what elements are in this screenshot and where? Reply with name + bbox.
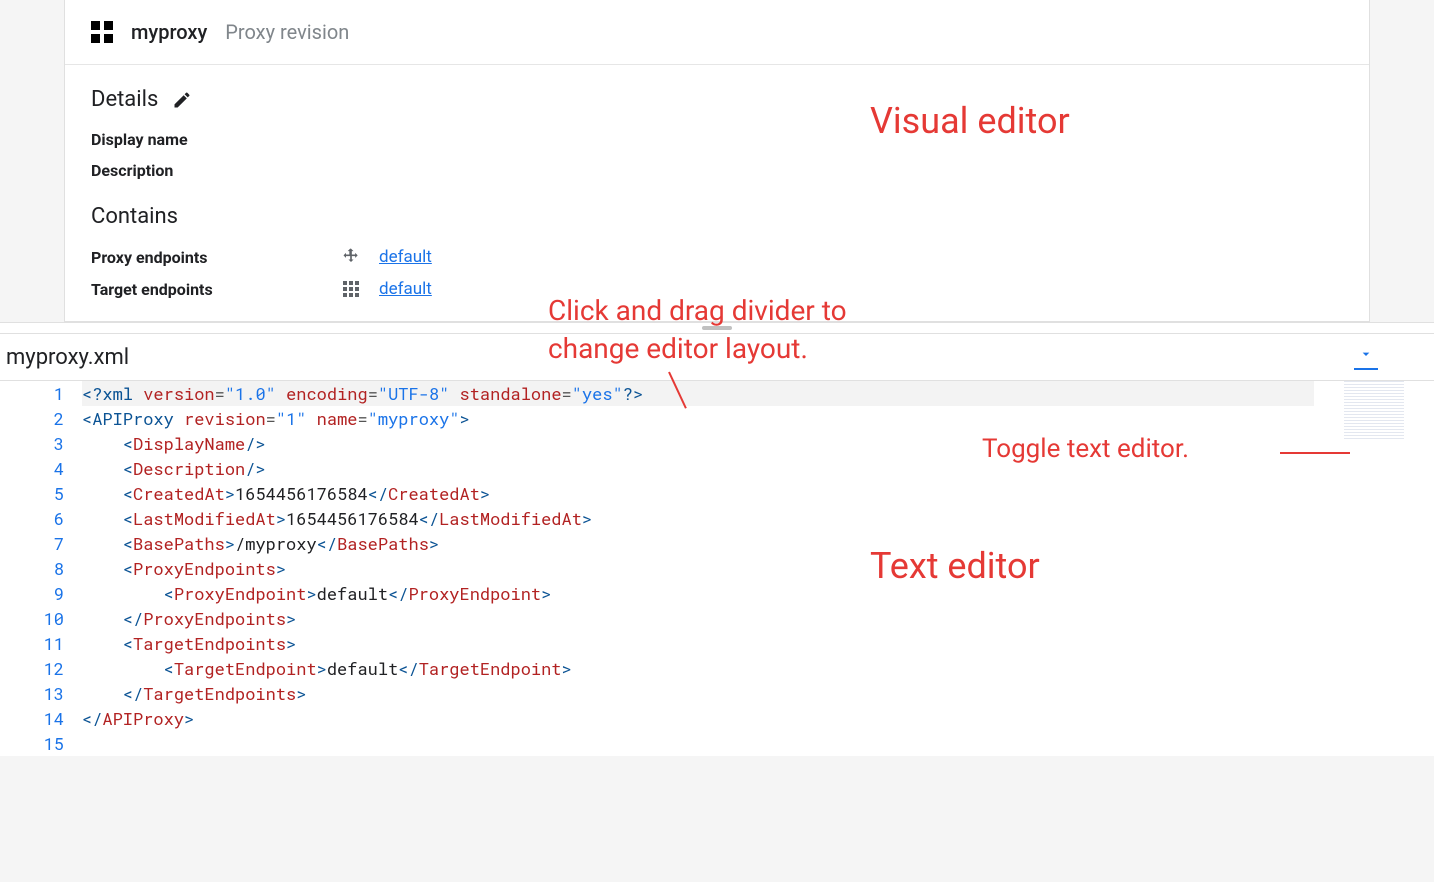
- line-number: 4: [0, 456, 64, 481]
- chevron-down-icon: [1358, 346, 1374, 362]
- createdat-tag: CreatedAt: [133, 482, 225, 505]
- line-number: 12: [0, 656, 64, 681]
- line-gutter: 1 2 3 4 5 6 7 8 9 10 11 12 13 14 15: [0, 381, 82, 756]
- line-number: 10: [0, 606, 64, 631]
- display-name-label: Display name: [91, 130, 1343, 149]
- code-body[interactable]: <?xml version="1.0" encoding="UTF-8" sta…: [82, 381, 1434, 756]
- code-line[interactable]: <ProxyEndpoints>: [82, 556, 1314, 581]
- code-line[interactable]: <LastModifiedAt>1654456176584</LastModif…: [82, 506, 1314, 531]
- code-line[interactable]: </ProxyEndpoints>: [82, 606, 1314, 631]
- code-line[interactable]: <BasePaths>/myproxy</BasePaths>: [82, 531, 1314, 556]
- proxy-endpoint-link[interactable]: default: [379, 247, 432, 267]
- description-tag: Description: [133, 457, 245, 480]
- code-line[interactable]: <CreatedAt>1654456176584</CreatedAt>: [82, 481, 1314, 506]
- filename: myproxy.xml: [6, 345, 129, 370]
- revision-val: 1: [286, 407, 296, 430]
- line-number: 5: [0, 481, 64, 506]
- code-line[interactable]: [82, 731, 1314, 756]
- code-line[interactable]: </TargetEndpoints>: [82, 681, 1314, 706]
- line-number: 15: [0, 731, 64, 756]
- code-editor[interactable]: 1 2 3 4 5 6 7 8 9 10 11 12 13 14 15 <?xm…: [0, 381, 1434, 756]
- line-number: 9: [0, 581, 64, 606]
- createdat-val: 1654456176584: [235, 482, 368, 505]
- apps-icon: [91, 21, 113, 43]
- line-number: 14: [0, 706, 64, 731]
- lastmodified-tag: LastModifiedAt: [133, 507, 276, 530]
- basepaths-tag: BasePaths: [133, 532, 225, 555]
- proxyendpoint-tag: ProxyEndpoint: [174, 582, 307, 605]
- minimap[interactable]: [1344, 381, 1404, 441]
- code-line[interactable]: <DisplayName/>: [82, 431, 1314, 456]
- displayname-tag: DisplayName: [133, 432, 245, 455]
- code-line[interactable]: <TargetEndpoint>default</TargetEndpoint>: [82, 656, 1314, 681]
- xml-version: 1.0: [235, 382, 266, 405]
- targetendpoints-tag: TargetEndpoints: [133, 632, 286, 655]
- proxy-name: myproxy: [131, 20, 207, 44]
- line-number: 3: [0, 431, 64, 456]
- proxy-endpoints-label: Proxy endpoints: [91, 248, 341, 267]
- toggle-text-editor-button[interactable]: [1354, 344, 1378, 370]
- proxyendpoints-tag: ProxyEndpoints: [133, 557, 276, 580]
- target-endpoint-link[interactable]: default: [379, 279, 432, 299]
- lastmodified-val: 1654456176584: [286, 507, 419, 530]
- targetendpoint-val: default: [327, 657, 398, 680]
- visual-editor-panel: myproxy Proxy revision Details Display n…: [64, 0, 1370, 322]
- name-val: myproxy: [378, 407, 449, 430]
- proxy-endpoints-row: Proxy endpoints default: [91, 247, 1343, 267]
- details-section: Details Display name Description Contain…: [65, 65, 1369, 321]
- proxyendpoint-val: default: [317, 582, 388, 605]
- code-line[interactable]: <Description/>: [82, 456, 1314, 481]
- contains-heading: Contains: [91, 204, 1343, 229]
- grid-icon: [341, 279, 361, 299]
- code-line[interactable]: <ProxyEndpoint>default</ProxyEndpoint>: [82, 581, 1314, 606]
- text-editor-header: myproxy.xml: [0, 334, 1434, 381]
- target-endpoints-row: Target endpoints default: [91, 279, 1343, 299]
- line-number: 1: [0, 381, 64, 406]
- details-heading-text: Details: [91, 87, 158, 112]
- line-number: 6: [0, 506, 64, 531]
- basepaths-val: /myproxy: [235, 532, 317, 555]
- targetendpoint-tag: TargetEndpoint: [174, 657, 317, 680]
- target-endpoints-label: Target endpoints: [91, 280, 341, 299]
- code-line[interactable]: <?xml version="1.0" encoding="UTF-8" sta…: [82, 381, 1314, 406]
- code-line[interactable]: <TargetEndpoints>: [82, 631, 1314, 656]
- line-number: 8: [0, 556, 64, 581]
- move-icon: [341, 247, 361, 267]
- root-tag: APIProxy: [92, 407, 174, 430]
- line-number: 2: [0, 406, 64, 431]
- description-label: Description: [91, 161, 1343, 180]
- edit-icon[interactable]: [172, 90, 192, 110]
- details-heading: Details: [91, 87, 1343, 112]
- code-line[interactable]: </APIProxy>: [82, 706, 1314, 731]
- xml-encoding: UTF-8: [388, 382, 439, 405]
- line-number: 7: [0, 531, 64, 556]
- proxy-subtitle: Proxy revision: [225, 20, 349, 44]
- line-number: 11: [0, 631, 64, 656]
- proxy-header: myproxy Proxy revision: [65, 0, 1369, 65]
- divider-handle[interactable]: [702, 326, 732, 330]
- code-line[interactable]: <APIProxy revision="1" name="myproxy">: [82, 406, 1314, 431]
- line-number: 13: [0, 681, 64, 706]
- split-divider[interactable]: [0, 322, 1434, 334]
- xml-standalone: yes: [582, 382, 613, 405]
